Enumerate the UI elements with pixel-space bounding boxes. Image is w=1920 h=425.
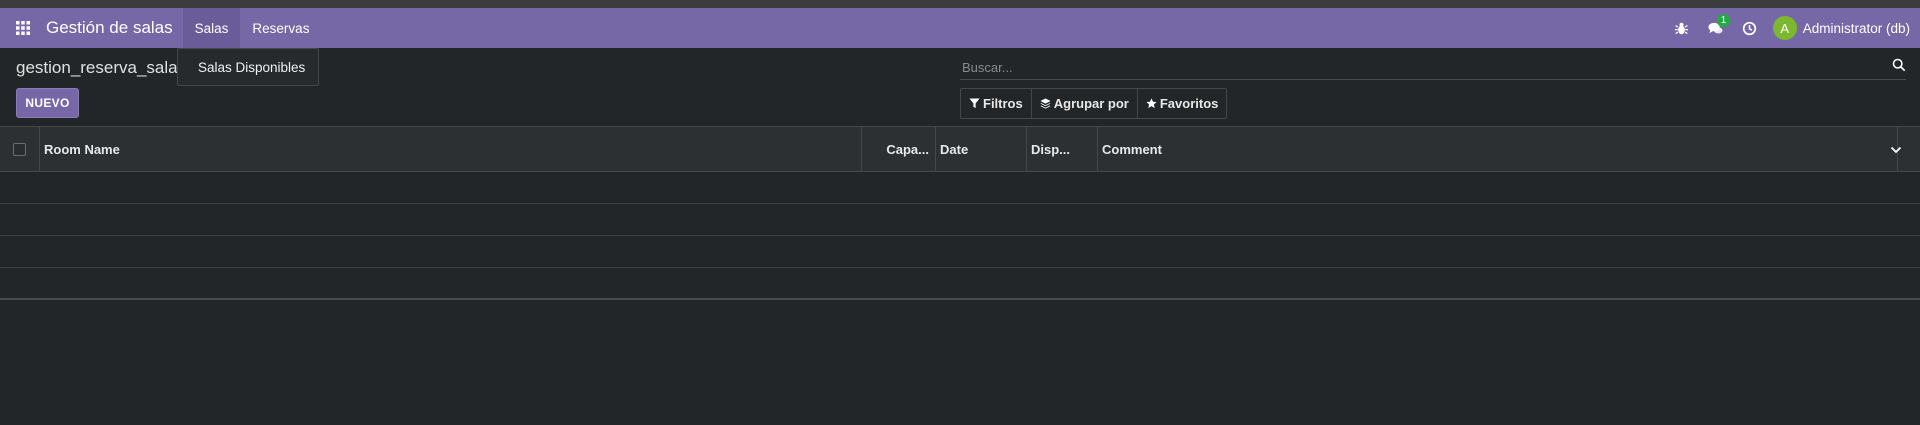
group-by-button[interactable]: Agrupar por <box>1032 89 1138 118</box>
search-options-group: Filtros Agrupar por Favoritos <box>960 88 1228 119</box>
main-navbar: Gestión de salas Salas Reservas 1 A Admi… <box>0 8 1920 48</box>
table-header: Room Name Capa... Date Disp... Comment <box>0 126 1920 172</box>
new-button[interactable]: NUEVO <box>16 88 79 118</box>
filters-label: Filtros <box>983 96 1023 111</box>
layers-icon <box>1040 98 1051 109</box>
group-by-label: Agrupar por <box>1053 96 1129 111</box>
avatar: A <box>1772 16 1797 40</box>
salas-dropdown-menu: Salas Disponibles <box>177 48 319 86</box>
table-row <box>0 268 1920 300</box>
select-all-cell <box>0 126 40 172</box>
menu-salas[interactable]: Salas <box>182 8 241 48</box>
filter-icon <box>969 98 980 109</box>
user-name: Administrator (db) <box>1802 20 1910 36</box>
window-top-strip <box>0 0 1920 8</box>
filters-button[interactable]: Filtros <box>961 89 1032 118</box>
column-header-disponible[interactable]: Disp... <box>1027 126 1098 172</box>
navbar-systray: 1 A Administrator (db) <box>1665 8 1920 48</box>
apps-menu-button[interactable] <box>0 8 46 48</box>
search-bar <box>960 55 1906 80</box>
search-button[interactable] <box>1892 58 1906 77</box>
search-icon <box>1892 58 1906 71</box>
apps-grid-icon <box>16 21 30 35</box>
select-all-checkbox[interactable] <box>13 142 26 156</box>
messages-count-badge: 1 <box>1716 14 1731 27</box>
debug-button[interactable] <box>1665 8 1699 48</box>
column-header-room-name[interactable]: Room Name <box>40 126 862 172</box>
search-input[interactable] <box>960 59 1892 75</box>
favorites-label: Favoritos <box>1159 96 1219 111</box>
table-row <box>0 236 1920 268</box>
clock-icon <box>1743 21 1757 35</box>
menu-reservas[interactable]: Reservas <box>240 8 321 48</box>
optional-columns-toggle[interactable] <box>1888 142 1904 158</box>
list-view-table: Room Name Capa... Date Disp... Comment <box>0 126 1920 300</box>
star-icon <box>1146 98 1157 109</box>
favorites-button[interactable]: Favoritos <box>1138 89 1227 118</box>
column-header-comment[interactable]: Comment <box>1098 126 1898 172</box>
breadcrumb: gestion_reserva_sala <box>16 58 178 77</box>
user-menu[interactable]: A Administrator (db) <box>1767 16 1920 40</box>
table-row <box>0 204 1920 236</box>
column-header-capacity[interactable]: Capa... <box>862 126 936 172</box>
bug-icon <box>1675 22 1689 34</box>
column-header-date[interactable]: Date <box>936 126 1027 172</box>
messaging-button[interactable]: 1 <box>1699 8 1733 48</box>
app-title[interactable]: Gestión de salas <box>46 18 173 38</box>
activities-button[interactable] <box>1733 8 1767 48</box>
chevron-down-icon <box>1890 146 1902 154</box>
dropdown-item-salas-disponibles[interactable]: Salas Disponibles <box>198 60 305 75</box>
table-row <box>0 172 1920 204</box>
